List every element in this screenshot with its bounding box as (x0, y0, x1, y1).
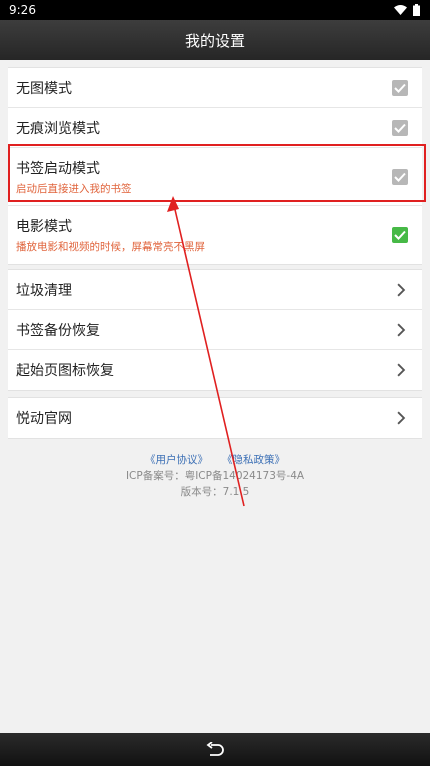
checkbox-movie-mode[interactable] (392, 227, 408, 243)
privacy-policy-link[interactable]: 《隐私政策》 (222, 452, 285, 468)
check-icon (394, 83, 406, 93)
check-icon (394, 172, 406, 182)
setting-label: 书签备份恢复 (16, 322, 100, 339)
settings-group-about: 悦动官网 (8, 397, 422, 439)
chevron-right-icon (397, 283, 406, 296)
footer-links: 《用户协议》 《隐私政策》 (0, 452, 430, 468)
check-icon (394, 230, 406, 240)
checkbox-bookmark-start[interactable] (392, 168, 408, 185)
setting-description: 播放电影和视频的时候，屏幕常亮不黑屏 (16, 241, 205, 253)
version-number: 版本号：7.1.5 (180, 486, 250, 498)
setting-row-no-image[interactable]: 无图模式 (8, 68, 422, 108)
setting-row-homepage-icons[interactable]: 起始页图标恢复 (8, 350, 422, 390)
setting-row-cleanup[interactable]: 垃圾清理 (8, 270, 422, 310)
page-title: 我的设置 (184, 31, 245, 50)
title-bar: 我的设置 (0, 20, 430, 60)
status-bar: 9:26 (0, 0, 430, 20)
chevron-right-icon (397, 363, 406, 377)
back-icon[interactable] (205, 741, 225, 758)
setting-label: 无痕浏览模式 (16, 120, 100, 137)
checkbox-no-image[interactable] (392, 79, 408, 96)
check-icon (394, 123, 406, 133)
icp-number: ICP备案号：粤ICP备14024173号-4A (125, 470, 305, 482)
battery-icon (413, 4, 420, 16)
setting-row-movie-mode[interactable]: 电影模式 播放电影和视频的时候，屏幕常亮不黑屏 (8, 206, 422, 264)
setting-label: 电影模式 (16, 219, 72, 235)
setting-row-bookmark-start[interactable]: 书签启动模式 启动后直接进入我的书签 (8, 148, 422, 206)
setting-row-incognito[interactable]: 无痕浏览模式 (8, 108, 422, 148)
chevron-right-icon (397, 323, 406, 336)
setting-label: 起始页图标恢复 (16, 363, 114, 379)
settings-group-modes: 无图模式 无痕浏览模式 书签启动模式 启动后直接进入我的书签 电影模式 播放电影… (8, 67, 422, 265)
chevron-right-icon (397, 411, 406, 425)
setting-row-official-site[interactable]: 悦动官网 (8, 398, 422, 438)
status-time: 9:26 (9, 3, 36, 17)
checkbox-incognito[interactable] (392, 119, 408, 136)
status-icons (394, 4, 420, 16)
setting-row-bookmark-backup[interactable]: 书签备份恢复 (8, 310, 422, 350)
setting-description: 启动后直接进入我的书签 (16, 182, 132, 195)
wifi-icon (394, 5, 407, 15)
user-agreement-link[interactable]: 《用户协议》 (145, 452, 208, 468)
setting-label: 书签启动模式 (16, 160, 100, 177)
settings-group-maintenance: 垃圾清理 书签备份恢复 起始页图标恢复 (8, 269, 422, 391)
setting-label: 无图模式 (16, 80, 72, 97)
setting-label: 垃圾清理 (16, 282, 72, 299)
nav-bar (0, 733, 430, 766)
setting-label: 悦动官网 (16, 411, 72, 427)
footer-info: 《用户协议》 《隐私政策》 ICP备案号：粤ICP备14024173号-4A 版… (0, 452, 430, 500)
